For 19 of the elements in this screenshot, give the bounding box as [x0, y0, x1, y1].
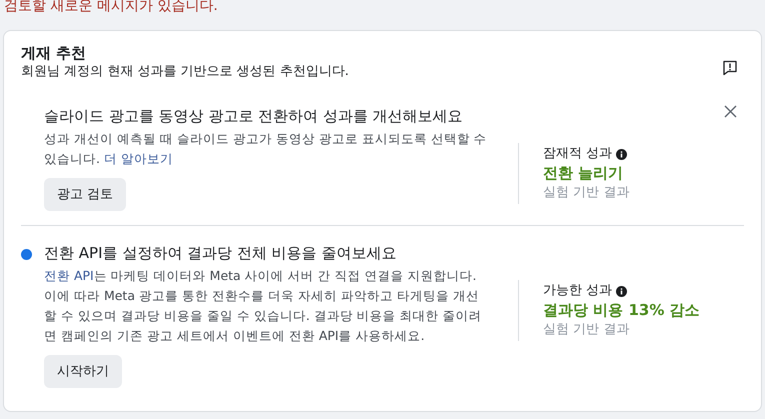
info-icon	[616, 286, 628, 296]
close-button[interactable]	[724, 105, 737, 118]
link[interactable]: 더 알아보기	[104, 151, 173, 166]
action-button[interactable]: 광고 검토	[44, 178, 126, 211]
recommendation-description: 전환 API는 마케팅 데이터와 Meta 사이에 서버 간 직접 연결을 지원합니다. 이에 따라 Meta 광고를 통한 전환수를 더욱 자세히 파악하고 타게팅을 개선할 수 있으며 결과당 비용을 줄일 수 있습니다. 결과당 비용을 최대한 줄이려면 캠페인의 기존 광고 세트에서 이벤트에 전환 API를 사용하세요.	[44, 267, 483, 345]
card-subtitle: 회원님 계정의 현재 성과를 기반으로 생성된 추천입니다.	[21, 63, 349, 81]
outcome-note: 실험 기반 결과	[543, 184, 630, 202]
outcome-value: 전환 늘리기	[543, 163, 624, 184]
card-title: 게재 추천	[21, 43, 88, 63]
outcome-label: 잠재적 성과	[543, 145, 612, 163]
outcome-note: 실험 기반 결과	[543, 321, 630, 339]
link[interactable]: 전환 API	[44, 268, 94, 283]
info-icon	[616, 148, 628, 160]
action-button[interactable]: 시작하기	[44, 355, 122, 388]
recommendation-title: 슬라이드 광고를 동영상 광고로 전환하여 성과를 개선해보세요	[44, 106, 463, 127]
recommendation-description: 성과 개선이 예측될 때 슬라이드 광고가 동영상 광고로 표시되도록 선택할 수 있습니다. 더 알아보기	[44, 130, 488, 168]
recommendation-title: 전환 API를 설정하여 결과당 전체 비용을 줄여보세요	[44, 243, 396, 264]
outcome-value: 결과당 비용 13% 감소	[543, 300, 700, 321]
outcome-label: 가능한 성과	[543, 282, 612, 300]
